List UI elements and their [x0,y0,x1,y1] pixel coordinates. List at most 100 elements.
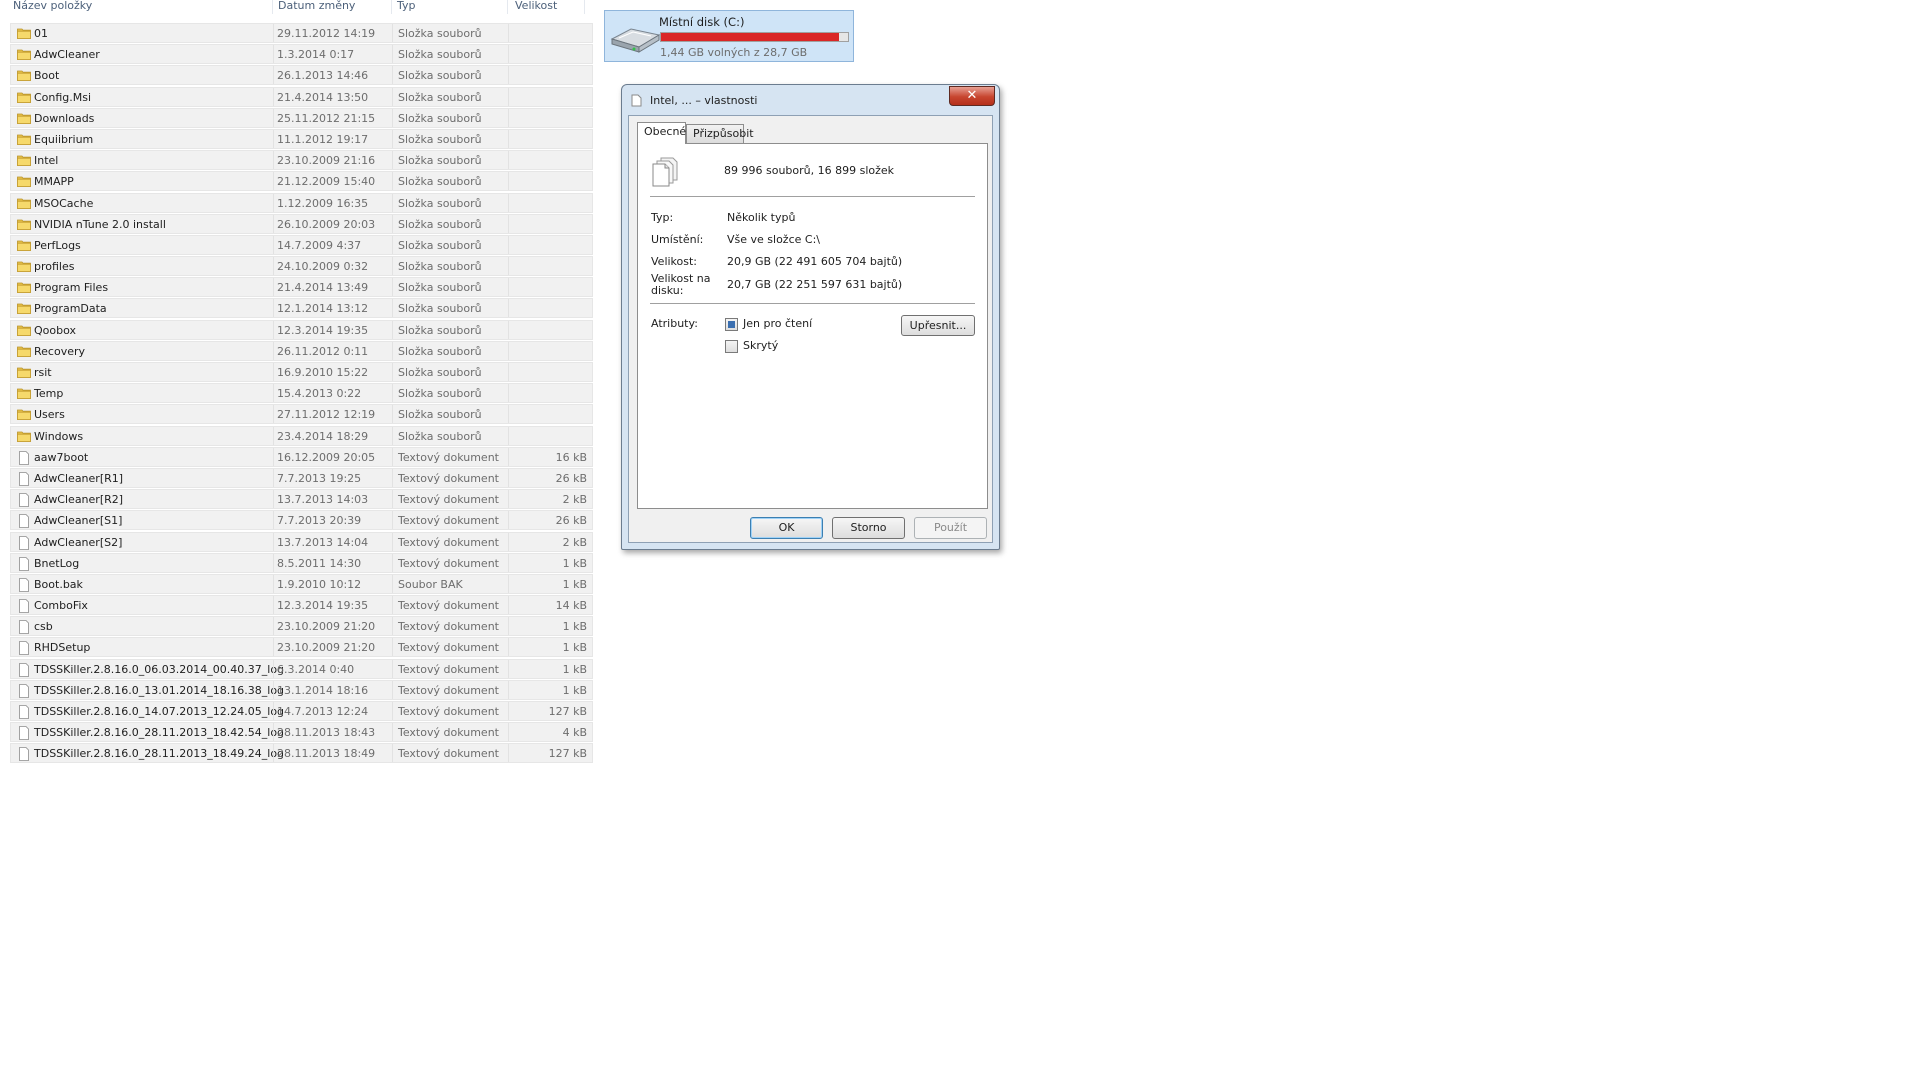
file-type: Textový dokument [398,599,499,613]
file-row[interactable]: Config.Msi 21.4.2014 13:50 Složka souborů [10,86,593,107]
file-date: 1.3.2014 0:17 [277,48,355,62]
file-type: Složka souborů [398,429,482,443]
file-row[interactable]: AdwCleaner 1.3.2014 0:17 Složka souborů [10,44,593,65]
cell-divider [392,596,393,615]
text-file-icon [17,493,31,508]
file-row[interactable]: BnetLog 8.5.2011 14:30 Textový dokument 1 k… [10,552,593,573]
readonly-checkbox[interactable] [725,318,738,331]
cell-divider [273,235,274,254]
file-row[interactable]: Recovery 26.11.2012 0:11 Složka souborů [10,340,593,361]
file-row[interactable]: Intel 23.10.2009 21:16 Složka souborů [10,150,593,171]
file-row[interactable]: AdwCleaner[R2] 13.7.2013 14:03 Textový dok… [10,489,593,510]
file-type: Složka souborů [398,217,482,231]
file-date: 26.10.2009 20:03 [277,217,376,231]
size-on-disk-value: 20,7 GB (22 251 597 631 bajtů) [727,278,903,291]
file-row[interactable]: Program Files 21.4.2014 13:49 Složka soubo… [10,277,593,298]
file-row[interactable]: 01 29.11.2012 14:19 Složka souborů [10,23,593,43]
column-header-size[interactable]: Velikost [515,0,557,12]
cell-divider [392,257,393,276]
file-type: Textový dokument [398,705,499,718]
file-row[interactable]: Qoobox 12.3.2014 19:35 Složka souborů [10,319,593,340]
column-header-date[interactable]: Datum změny [278,0,355,12]
file-date: 11.1.2012 19:17 [277,132,369,146]
close-button[interactable]: ✕ [949,86,995,106]
file-name: aaw7boot [34,450,89,464]
file-size: 4 kB [562,726,587,740]
cell-divider [273,172,274,191]
file-row[interactable]: RHDSetup 23.10.2009 21:20 Textový dokument… [10,637,593,658]
cancel-button[interactable]: Storno [832,517,905,539]
file-row[interactable]: Users 27.11.2012 12:19 Složka souborů [10,404,593,425]
file-row[interactable]: ProgramData 12.1.2014 13:12 Složka souborů [10,298,593,319]
file-name: ComboFix [34,599,88,613]
file-row[interactable]: AdwCleaner[S1] 7.7.2013 20:39 Textový doku… [10,510,593,531]
file-type: Složka souborů [398,281,482,295]
cell-divider [392,151,393,170]
cell-divider [508,574,509,593]
cell-divider [508,702,509,720]
file-size: 127 kB [548,747,587,761]
file-row[interactable]: AdwCleaner[S2] 13.7.2013 14:04 Textový dok… [10,531,593,552]
advanced-button[interactable]: Upřesnit... [901,315,975,336]
cell-divider [273,596,274,615]
file-row[interactable]: Boot.bak 1.9.2010 10:12 Soubor BAK 1 kB [10,573,593,594]
file-date: 23.10.2009 21:16 [277,154,376,168]
text-file-icon [17,641,31,656]
folder-icon [17,324,31,336]
file-row[interactable]: profiles 24.10.2009 0:32 Složka souborů [10,256,593,277]
file-row[interactable]: aaw7boot 16.12.2009 20:05 Textový dokument… [10,446,593,467]
hidden-label[interactable]: Skrytý [743,339,778,352]
tab-customize[interactable]: Přizpůsobit [686,124,754,143]
column-divider [272,0,273,14]
file-row[interactable]: TDSSKiller.2.8.16.0_28.11.2013_18.42.54_… [10,722,593,743]
file-name: MSOCache [34,196,94,210]
file-type: Složka souborů [398,154,482,168]
cell-divider [392,405,393,424]
cell-divider [392,680,393,699]
file-row[interactable]: MSOCache 1.12.2009 16:35 Složka souborů [10,192,593,213]
file-row[interactable]: csb 23.10.2009 21:20 Textový dokument 1 kB [10,616,593,637]
folder-icon [17,197,31,209]
folder-icon [17,175,31,188]
file-row[interactable]: TDSSKiller.2.8.16.0_14.07.2013_12.24.05_… [10,701,593,721]
cell-divider [508,108,509,127]
tab-general[interactable]: Obecné [637,122,686,144]
file-row[interactable]: TDSSKiller.2.8.16.0_28.11.2013_18.49.24_… [10,743,593,764]
file-row[interactable]: PerfLogs 14.7.2009 4:37 Složka souborů [10,234,593,255]
file-row[interactable]: NVIDIA nTune 2.0 install 26.10.2009 20:03… [10,213,593,234]
file-row[interactable]: Temp 15.4.2013 0:22 Složka souborů [10,383,593,404]
file-size: 1 kB [562,683,587,697]
cell-divider [392,384,393,403]
file-name: rsit [34,366,52,379]
cell-divider [273,553,274,572]
file-type: Složka souborů [398,387,482,401]
folder-icon [17,218,31,230]
file-row[interactable]: Equiibrium 11.1.2012 19:17 Složka souborů [10,128,593,149]
cell-divider [392,468,393,487]
file-row[interactable]: rsit 16.9.2010 15:22 Složka souborů [10,362,593,382]
cell-divider [392,87,393,106]
readonly-label[interactable]: Jen pro čtení [743,317,812,330]
file-row[interactable]: Boot 26.1.2013 14:46 Složka souborů [10,65,593,86]
cell-divider [508,320,509,339]
column-header-type[interactable]: Typ [397,0,416,12]
dialog-titlebar[interactable]: Intel, ... – vlastnosti ✕ [622,85,999,113]
file-row[interactable]: ComboFix 12.3.2014 19:35 Textový dokument 1… [10,595,593,616]
size-value: 20,9 GB (22 491 605 704 bajtů) [727,255,903,268]
file-row[interactable]: MMAPP 21.12.2009 15:40 Složka souborů [10,171,593,192]
hidden-checkbox[interactable] [725,340,738,353]
file-row[interactable]: Windows 23.4.2014 18:29 Složka souborů [10,425,593,446]
ok-button[interactable]: OK [750,517,823,539]
file-row[interactable]: TDSSKiller.2.8.16.0_13.01.2014_18.16.38_… [10,679,593,700]
file-name: Qoobox [34,323,77,337]
file-row[interactable]: AdwCleaner[R1] 7.7.2013 19:25 Textový doku… [10,467,593,488]
cell-divider [392,617,393,636]
type-value: Několik typů [727,211,796,224]
cell-divider [392,574,393,593]
column-header-name[interactable]: Název položky [13,0,92,12]
file-row[interactable]: Downloads 25.11.2012 21:15 Složka souborů [10,107,593,128]
drive-tile[interactable]: Místní disk (C:) 1,44 GB volných z 28,7 … [604,10,854,62]
file-row[interactable]: TDSSKiller.2.8.16.0_06.03.2014_00.40.37_… [10,658,593,679]
file-name: TDSSKiller.2.8.16.0_28.11.2013_18.49.24_… [34,747,285,761]
cell-divider [508,341,509,360]
